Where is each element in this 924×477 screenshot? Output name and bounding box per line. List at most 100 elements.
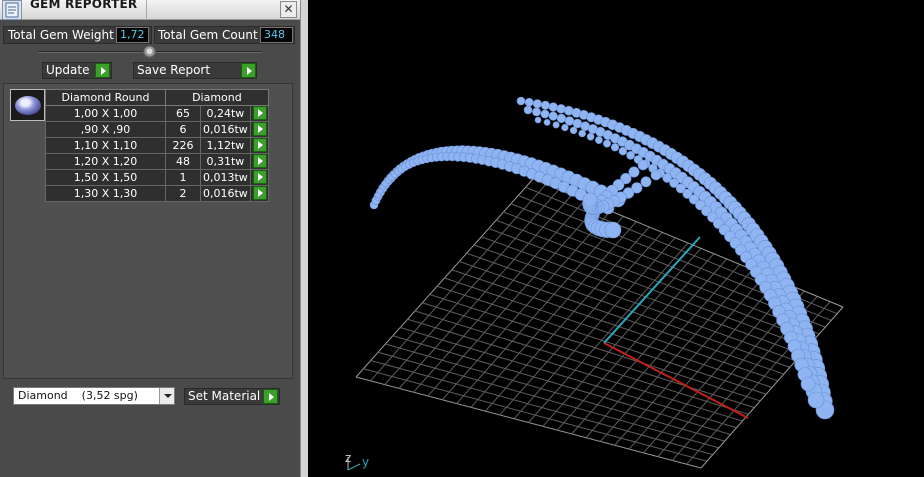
gem-bead [604,221,622,239]
close-button[interactable]: ✕ [280,1,297,18]
panel-splitter[interactable] [300,0,308,477]
axis-label-z: z [345,451,351,465]
row-select-button[interactable] [249,121,269,138]
title-bar: GEM REPORTER ✕ [0,0,300,20]
gem-weight-cell: 0,016tw [200,185,251,202]
row-select-button[interactable] [249,169,269,186]
chevron-down-icon[interactable] [159,388,174,404]
gem-count-cell: 226 [165,137,201,154]
column-header-material: Diamond [165,89,269,106]
gem-weight-cell: 0,013tw [200,169,251,186]
gem-weight-cell: 0,016tw [200,121,251,138]
total-count-label: Total Gem Count [158,28,258,42]
gem-bead [561,123,569,132]
table-row[interactable]: ,90 X ,90 6 0,016tw [45,121,269,138]
save-report-play-icon[interactable] [241,63,256,78]
gem-size-cell: ,90 X ,90 [45,121,166,138]
gem-bead [618,147,628,156]
gem-weight-cell: 1,12tw [200,137,251,154]
green-play-icon[interactable] [252,138,267,152]
total-weight-label: Total Gem Weight [8,28,114,42]
gem-bead [552,121,560,129]
green-play-icon[interactable] [252,122,267,136]
gem-count-cell: 6 [165,121,201,138]
gem-count-cell: 65 [165,105,201,122]
save-report-button[interactable]: Save Report [133,62,257,79]
material-select-value: Diamond (3,52 spg) [18,389,138,402]
table-row[interactable]: 1,10 X 1,10 226 1,12tw [45,137,269,154]
gem-bead [626,151,635,160]
material-select[interactable]: Diamond (3,52 spg) [13,387,175,405]
gem-count-cell: 48 [165,153,201,170]
close-icon: ✕ [283,2,294,16]
row-select-button[interactable] [249,137,269,154]
gem-bead [524,97,534,107]
gem-weight-cell: 0,24tw [200,105,251,122]
table-row[interactable]: 1,50 X 1,50 1 0,013tw [45,169,269,186]
set-material-label: Set Material [188,389,261,403]
green-play-icon[interactable] [252,186,267,200]
gem-ring-model[interactable] [369,96,835,420]
grid-line [451,269,779,382]
table-header-row: Diamond Round Diamond [45,89,269,106]
gem-reporter-icon [2,0,22,20]
row-select-button[interactable] [249,105,269,122]
y-axis-line [603,236,701,344]
round-diamond-icon[interactable] [10,89,45,121]
total-count-value: 348 [260,27,293,43]
gem-bead [594,136,603,144]
gem-bead [540,109,550,119]
green-play-icon[interactable] [252,170,267,184]
total-weight-value: 1,72 [116,27,149,43]
gem-bead [637,159,649,171]
column-header-shape: Diamond Round [45,89,166,106]
gem-bead [586,132,595,141]
gem-size-cell: 1,50 X 1,50 [45,169,166,186]
gem-weight-cell: 0,31tw [200,153,251,170]
gem-count-cell: 1 [165,169,201,186]
title-separator [146,0,147,20]
gem-size-cell: 1,00 X 1,00 [45,105,166,122]
gem-bead [532,107,541,117]
gem-bead [548,102,558,112]
diamond-stone-shape [15,96,41,115]
gem-bead [548,111,558,121]
green-play-icon[interactable] [252,106,267,120]
row-select-button[interactable] [249,153,269,170]
axis-label-y: y [362,455,369,469]
gem-size-cell: 1,10 X 1,10 [45,137,166,154]
green-play-icon[interactable] [252,154,267,168]
save-report-label: Save Report [137,63,211,77]
gem-bead [602,139,611,148]
table-row[interactable]: 1,30 X 1,30 2 0,016tw [45,185,269,202]
gem-bead [610,143,620,152]
gem-bead [534,116,542,124]
gem-bead [569,126,578,135]
gem-bead [578,129,587,138]
gem-bead [582,192,598,208]
gem-bead [516,96,526,106]
gem-bead [523,105,533,115]
gem-bead [800,376,816,392]
3d-viewport[interactable]: z y [308,0,924,477]
gem-bead [543,119,551,126]
gem-size-cell: 1,30 X 1,30 [45,185,166,202]
table-row[interactable]: 1,20 X 1,20 48 0,31tw [45,153,269,170]
table-row[interactable]: 1,00 X 1,00 65 0,24tw [45,105,269,122]
gem-size-cell: 1,20 X 1,20 [45,153,166,170]
gem-bead [807,391,825,409]
slider-knob[interactable] [143,46,156,58]
update-play-icon[interactable] [95,63,110,78]
gem-bead [650,169,662,181]
gem-bead [556,113,566,123]
window-title: GEM REPORTER [30,0,138,11]
viewport-canvas[interactable]: z y [308,0,924,477]
gem-bead [532,99,542,109]
axis-gizmo: z y [345,451,369,471]
gem-count-cell: 2 [165,185,201,202]
set-material-play-icon[interactable] [263,389,278,404]
gem-reporter-panel: GEM REPORTER ✕ Total Gem Weight 1,72 Tot… [0,0,300,477]
gem-bead [564,116,575,126]
gem-table: Diamond Round Diamond 1,00 X 1,00 65 0,2… [45,89,269,202]
row-select-button[interactable] [249,185,269,202]
